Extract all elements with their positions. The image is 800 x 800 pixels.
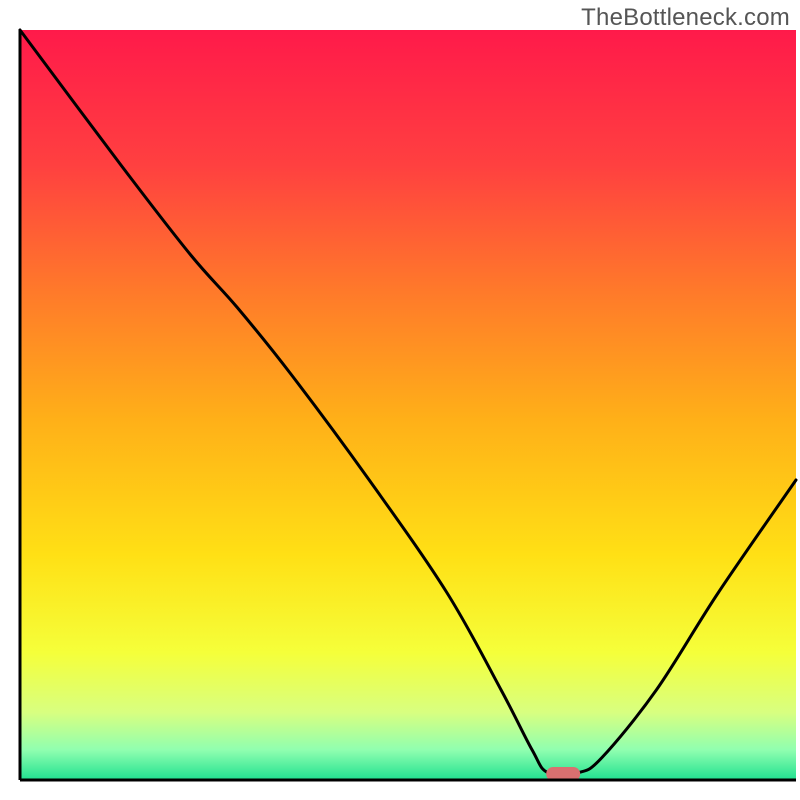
chart-svg bbox=[0, 0, 800, 800]
chart-background bbox=[20, 30, 796, 780]
bottleneck-chart: TheBottleneck.com bbox=[0, 0, 800, 800]
watermark-text: TheBottleneck.com bbox=[581, 4, 790, 32]
